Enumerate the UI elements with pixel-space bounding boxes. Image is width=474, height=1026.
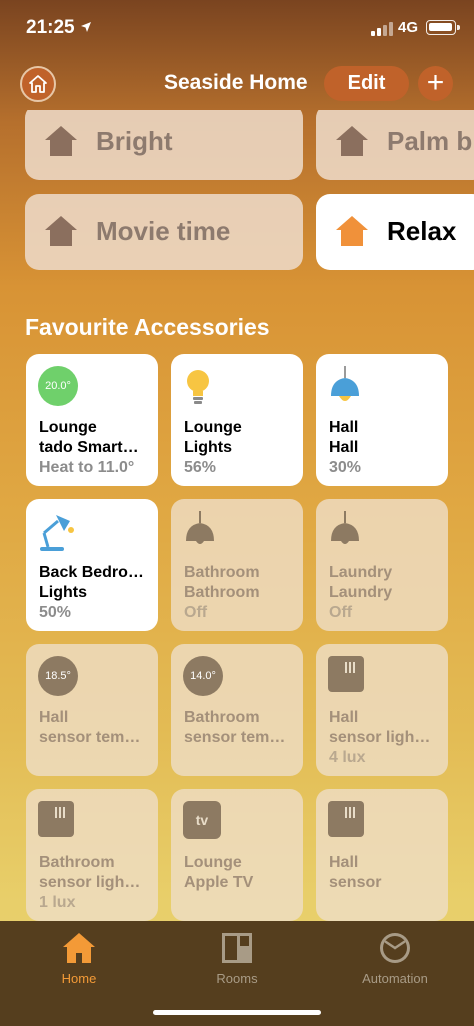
favourites-title: Favourite Accessories bbox=[25, 314, 270, 340]
home-icon bbox=[62, 931, 96, 965]
tile-name: tado Smart… bbox=[39, 439, 139, 456]
network-type: 4G bbox=[398, 19, 419, 36]
tile-name: Lights bbox=[184, 439, 232, 456]
accessory-tile[interactable]: 18.5° Hall sensor tem… bbox=[26, 644, 158, 776]
battery-icon bbox=[426, 20, 460, 35]
accessory-tile[interactable]: Hall Hall 30% bbox=[316, 354, 448, 486]
tile-status: 4 lux bbox=[329, 749, 366, 766]
tile-status: 56% bbox=[184, 459, 217, 476]
scene-house-icon bbox=[44, 215, 78, 252]
tile-status: Heat to 11.0° bbox=[39, 459, 135, 476]
tile-room: Hall bbox=[329, 419, 359, 436]
accessory-tile[interactable]: Lounge Lights 56% bbox=[171, 354, 303, 486]
tile-status: 50% bbox=[39, 604, 72, 621]
tile-room: Hall bbox=[329, 709, 359, 726]
tile-name: Apple TV bbox=[184, 874, 254, 891]
tile-room: Back Bedro… bbox=[39, 564, 144, 581]
tile-room: Laundry bbox=[329, 564, 393, 581]
scene-house-icon bbox=[335, 215, 369, 252]
scene-house-icon bbox=[335, 125, 369, 162]
tab-home[interactable]: Home bbox=[29, 931, 129, 986]
accessory-tile[interactable]: tv Lounge Apple TV bbox=[171, 789, 303, 921]
pendant-lamp-icon bbox=[328, 511, 370, 553]
tile-room: Bathroom bbox=[184, 709, 260, 726]
tile-status: 1 lux bbox=[39, 894, 76, 911]
accessory-tile[interactable]: 14.0° Bathroom sensor tem… bbox=[171, 644, 303, 776]
tab-label: Home bbox=[61, 971, 97, 986]
tile-name: Bathroom bbox=[184, 584, 260, 601]
home-content[interactable]: Bright Palm b Movie time Relax Favourite… bbox=[0, 110, 474, 921]
pendant-lamp-icon bbox=[328, 366, 370, 408]
rooms-icon bbox=[220, 931, 254, 965]
nav-bar: Seaside Home Edit + bbox=[0, 58, 474, 110]
scene-tile-bright[interactable]: Bright bbox=[25, 110, 303, 180]
temperature-sensor-icon: 14.0° bbox=[183, 656, 223, 696]
tile-name: Laundry bbox=[329, 584, 393, 601]
thermostat-icon: 20.0° bbox=[38, 366, 78, 406]
pendant-lamp-icon bbox=[183, 511, 225, 553]
desk-lamp-icon bbox=[38, 511, 80, 553]
tile-status: Off bbox=[184, 604, 208, 621]
accessory-tile[interactable]: Hall sensor bbox=[316, 789, 448, 921]
tile-room: Lounge bbox=[184, 419, 242, 436]
edit-button[interactable]: Edit bbox=[324, 66, 409, 101]
apple-tv-label: tv bbox=[195, 812, 209, 828]
tile-name: sensor ligh… bbox=[39, 874, 141, 891]
scene-label: Bright bbox=[96, 126, 173, 156]
status-bar: 21:25 4G bbox=[0, 0, 474, 58]
accessory-tile[interactable]: Hall sensor ligh… 4 lux bbox=[316, 644, 448, 776]
tile-name: sensor tem… bbox=[39, 729, 141, 746]
accessory-tile[interactable]: Bathroom Bathroom Off bbox=[171, 499, 303, 631]
tile-name: Lights bbox=[39, 584, 87, 601]
tile-room: Bathroom bbox=[39, 854, 115, 871]
tab-rooms[interactable]: Rooms bbox=[187, 931, 287, 986]
tile-room: Bathroom bbox=[184, 564, 260, 581]
accessory-tile[interactable]: Back Bedro… Lights 50% bbox=[26, 499, 158, 631]
accessory-tile[interactable]: Laundry Laundry Off bbox=[316, 499, 448, 631]
scene-tile-palm[interactable]: Palm b bbox=[316, 110, 474, 180]
location-arrow-icon bbox=[80, 20, 92, 38]
accessory-tile[interactable]: Bathroom sensor ligh… 1 lux bbox=[26, 789, 158, 921]
tile-room: Hall bbox=[39, 709, 69, 726]
scene-tile-movie-time[interactable]: Movie time bbox=[25, 194, 303, 270]
lightbulb-icon bbox=[183, 366, 225, 408]
sensor-icon bbox=[328, 801, 364, 837]
tile-room: Lounge bbox=[184, 854, 242, 871]
scene-tile-relax[interactable]: Relax bbox=[316, 194, 474, 270]
home-switcher-button[interactable] bbox=[20, 66, 56, 102]
tile-name: sensor ligh… bbox=[329, 729, 431, 746]
tile-room: Hall bbox=[329, 854, 359, 871]
accessory-tile[interactable]: 20.0° Lounge tado Smart… Heat to 11.0° bbox=[26, 354, 158, 486]
tile-name: sensor tem… bbox=[184, 729, 286, 746]
home-title: Seaside Home bbox=[164, 71, 308, 94]
home-indicator[interactable] bbox=[153, 1010, 321, 1015]
tab-automation[interactable]: Automation bbox=[345, 931, 445, 986]
apple-tv-icon: tv bbox=[183, 801, 221, 839]
temperature-sensor-icon: 18.5° bbox=[38, 656, 78, 696]
tile-name: Hall bbox=[329, 439, 359, 456]
status-time: 21:25 bbox=[26, 17, 75, 38]
scene-house-icon bbox=[44, 125, 78, 162]
tab-label: Automation bbox=[362, 971, 428, 986]
tile-room: Lounge bbox=[39, 419, 97, 436]
automation-icon bbox=[378, 931, 412, 965]
signal-strength-icon bbox=[371, 22, 393, 36]
scene-label: Movie time bbox=[96, 216, 231, 246]
tile-status: Off bbox=[329, 604, 353, 621]
add-button[interactable]: + bbox=[418, 66, 453, 101]
tab-label: Rooms bbox=[216, 971, 258, 986]
tile-status: 30% bbox=[329, 459, 362, 476]
light-sensor-icon bbox=[38, 801, 74, 837]
light-sensor-icon bbox=[328, 656, 364, 692]
scene-label: Relax bbox=[387, 216, 457, 246]
scene-label: Palm b bbox=[387, 126, 473, 156]
tile-name: sensor bbox=[329, 874, 382, 891]
house-icon bbox=[29, 75, 47, 93]
